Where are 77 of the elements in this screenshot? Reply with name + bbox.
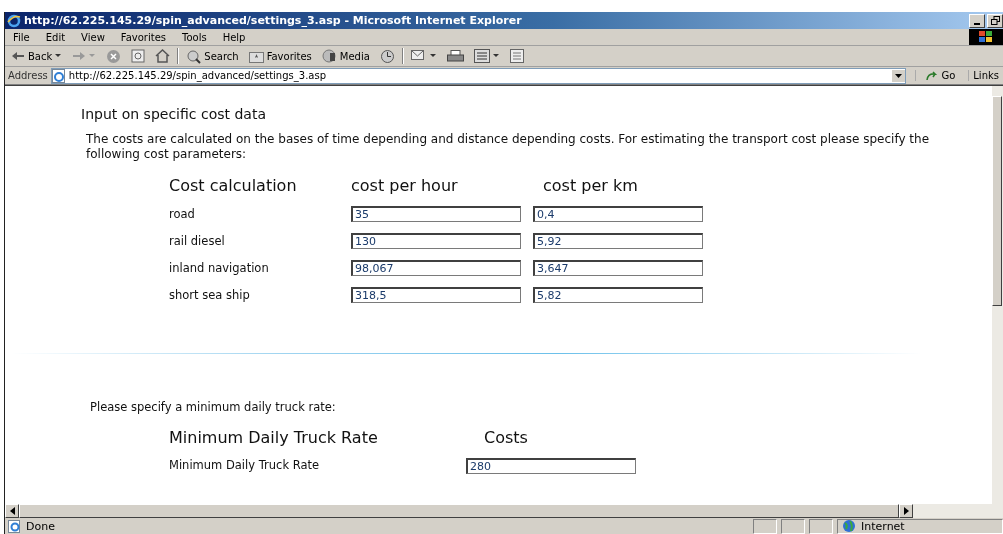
column-heading: cost per hour [351, 176, 459, 195]
document-icon [473, 49, 490, 63]
menu-item[interactable]: View [73, 31, 113, 43]
media-button[interactable]: Media [318, 47, 373, 65]
cost-per-hour-field[interactable]: 130 [351, 233, 521, 249]
forward-arrow-icon [72, 51, 87, 61]
section-heading: Input on specific cost data [81, 106, 267, 122]
favorites-button[interactable]: Favorites [245, 47, 315, 65]
printer-icon [446, 49, 464, 63]
envelope-icon [410, 49, 427, 63]
window-title: http://62.225.145.29/spin_advanced/settings_3.asp - Microsoft Internet Explorer [24, 14, 522, 27]
back-button[interactable]: Back [8, 47, 66, 65]
cost-per-km-field[interactable]: 5,82 [533, 287, 703, 303]
status-pane [781, 518, 805, 534]
scroll-thumb[interactable] [992, 96, 1002, 306]
links-button[interactable]: Links [968, 70, 1003, 81]
browser-logo-icon [7, 13, 21, 28]
column-heading: Costs [483, 428, 529, 447]
row-label: rail diesel [169, 234, 226, 248]
row-label: Minimum Daily Truck Rate [169, 458, 321, 472]
address-field[interactable]: http://62.225.145.29/spin_advanced/settings_3.asp [50, 67, 907, 84]
caret-icon [895, 73, 903, 78]
globe-icon [842, 519, 856, 533]
address-text: http://62.225.145.29/spin_advanced/settings_3.asp [68, 70, 327, 81]
back-arrow-icon [11, 51, 25, 61]
page-icon [8, 519, 22, 533]
arrow-icon [926, 70, 939, 81]
cost-per-hour-field[interactable]: 35 [351, 206, 521, 222]
home-icon [155, 49, 171, 63]
restore-button[interactable] [987, 13, 1003, 28]
restore-icon [990, 16, 1000, 25]
minimize-icon [974, 22, 980, 25]
caret-icon [89, 54, 97, 58]
dropdown-button[interactable] [892, 69, 906, 82]
search-icon [186, 48, 202, 64]
media-icon [321, 48, 337, 64]
search-button[interactable]: Search [183, 47, 242, 65]
column-heading: Cost calculation [169, 176, 298, 195]
column-heading: cost per km [542, 176, 639, 195]
status-text: Done [26, 519, 56, 533]
vertical-scrollbar[interactable] [992, 86, 1003, 504]
caret-icon [55, 54, 63, 58]
scroll-right-button[interactable] [899, 504, 913, 518]
zone-text: Internet [861, 519, 905, 533]
refresh-icon [131, 49, 146, 63]
cost-per-km-field[interactable]: 5,92 [533, 233, 703, 249]
clock-icon [379, 48, 395, 64]
notes-icon [509, 49, 524, 63]
caret-icon [492, 54, 500, 58]
intro-paragraph: The costs are calculated on the bases of time depending and distance depending costs. For estimating the transport cost please specify the following cost parameters: [86, 132, 931, 162]
menu-item[interactable]: Favorites [112, 31, 174, 43]
status-pane [809, 518, 833, 534]
menu-item[interactable]: Help [214, 31, 254, 43]
scroll-left-button[interactable] [5, 504, 19, 518]
column-heading: Minimum Daily Truck Rate [169, 428, 379, 447]
menu-item[interactable]: File [5, 31, 38, 43]
go-button[interactable]: Go [915, 70, 966, 81]
row-label: road [169, 207, 196, 221]
cost-per-km-field[interactable]: 3,647 [533, 260, 703, 276]
left-arrow-icon [9, 507, 15, 515]
address-label: Address [8, 70, 48, 81]
truck-rate-prompt: Please specify a minimum daily truck rate: [90, 400, 337, 414]
truck-rate-field[interactable]: 280 [466, 458, 636, 474]
cost-per-km-field[interactable]: 0,4 [533, 206, 703, 222]
row-label: inland navigation [169, 261, 270, 275]
menu-item[interactable]: Tools [174, 31, 215, 43]
right-arrow-icon [903, 507, 909, 515]
caret-icon [429, 54, 437, 58]
cost-per-hour-field[interactable]: 98,067 [351, 260, 521, 276]
minimize-button[interactable] [969, 13, 985, 28]
stop-icon [106, 48, 122, 64]
cost-per-hour-field[interactable]: 318,5 [351, 287, 521, 303]
menu-item[interactable]: Edit [37, 31, 74, 43]
windows-logo-icon [969, 29, 1003, 45]
status-pane [753, 518, 777, 534]
row-label: short sea ship [169, 288, 251, 302]
page-icon [51, 68, 66, 83]
